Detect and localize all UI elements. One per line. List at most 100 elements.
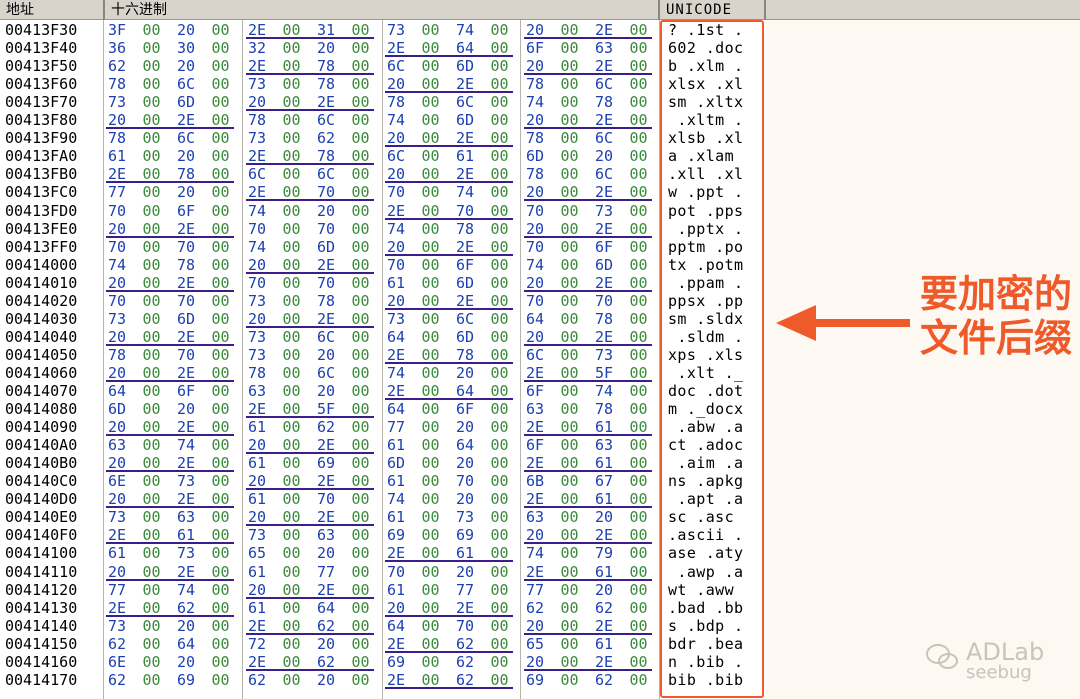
hex-byte[interactable]: 78 <box>317 75 339 93</box>
hex-byte[interactable]: 00 <box>561 147 583 165</box>
hex-byte[interactable]: 00 <box>212 21 234 39</box>
hex-byte[interactable]: 78 <box>177 256 199 274</box>
hex-byte[interactable]: 6F <box>456 256 478 274</box>
hex-byte[interactable]: 00 <box>212 544 234 562</box>
hex-byte[interactable]: 70 <box>526 292 548 310</box>
hex-byte[interactable]: 63 <box>248 382 270 400</box>
hex-byte[interactable]: 20 <box>177 400 199 418</box>
hex-byte[interactable]: 6C <box>317 165 339 183</box>
hex-byte[interactable]: 00 <box>143 292 165 310</box>
hex-byte[interactable]: 00 <box>630 581 652 599</box>
hex-byte[interactable]: 36 <box>108 39 130 57</box>
hex-byte[interactable]: 20 <box>317 671 339 689</box>
hex-byte[interactable]: 63 <box>317 526 339 544</box>
hex-byte[interactable]: 61 <box>387 508 409 526</box>
hex-byte[interactable]: 00 <box>422 400 444 418</box>
hex-byte[interactable]: 00 <box>491 364 513 382</box>
hex-byte[interactable]: 74 <box>177 581 199 599</box>
hex-byte[interactable]: 20 <box>317 346 339 364</box>
hex-byte[interactable]: 73 <box>248 129 270 147</box>
hex-byte[interactable]: 00 <box>352 39 374 57</box>
hex-byte[interactable]: 00 <box>283 382 305 400</box>
hex-byte[interactable]: 00 <box>212 382 234 400</box>
hex-byte[interactable]: 00 <box>561 256 583 274</box>
hex-byte[interactable]: 00 <box>561 75 583 93</box>
hex-byte[interactable]: 00 <box>352 129 374 147</box>
hex-byte[interactable]: 64 <box>456 436 478 454</box>
hex-byte[interactable]: 00 <box>630 93 652 111</box>
hex-byte[interactable]: 67 <box>595 472 617 490</box>
hex-byte[interactable]: 00 <box>491 220 513 238</box>
hex-byte[interactable]: 6F <box>456 400 478 418</box>
hex-byte[interactable]: 20 <box>317 39 339 57</box>
hex-byte[interactable]: 62 <box>108 671 130 689</box>
hex-byte[interactable]: 00 <box>491 436 513 454</box>
hex-byte[interactable]: 70 <box>317 274 339 292</box>
hex-byte[interactable]: 78 <box>595 93 617 111</box>
hex-byte[interactable]: 70 <box>387 183 409 201</box>
hex-byte[interactable]: 00 <box>422 490 444 508</box>
hex-byte[interactable]: 74 <box>387 490 409 508</box>
hex-byte[interactable]: 00 <box>491 256 513 274</box>
hex-byte[interactable]: 69 <box>317 454 339 472</box>
hex-byte[interactable]: 61 <box>248 599 270 617</box>
hex-byte[interactable]: 00 <box>283 75 305 93</box>
hex-byte[interactable]: 00 <box>491 183 513 201</box>
hex-byte[interactable]: 61 <box>387 472 409 490</box>
hex-byte[interactable]: 00 <box>352 526 374 544</box>
hex-byte[interactable]: 78 <box>108 75 130 93</box>
hex-byte[interactable]: 00 <box>283 671 305 689</box>
hex-byte[interactable]: 74 <box>526 93 548 111</box>
hex-byte[interactable]: 00 <box>283 544 305 562</box>
hex-byte[interactable]: 77 <box>108 183 130 201</box>
hex-byte[interactable]: 6C <box>526 346 548 364</box>
hex-byte[interactable]: 00 <box>283 39 305 57</box>
hex-byte[interactable]: 00 <box>561 581 583 599</box>
hex-byte[interactable]: 70 <box>387 256 409 274</box>
hex-byte[interactable]: 79 <box>595 544 617 562</box>
hex-byte[interactable]: 78 <box>595 400 617 418</box>
hex-byte[interactable]: 61 <box>248 563 270 581</box>
hex-byte[interactable]: 6D <box>108 400 130 418</box>
hex-byte[interactable]: 00 <box>630 346 652 364</box>
hex-byte[interactable]: 64 <box>108 382 130 400</box>
hex-byte[interactable]: 00 <box>422 21 444 39</box>
hex-byte[interactable]: 00 <box>491 490 513 508</box>
hex-byte[interactable]: 00 <box>283 165 305 183</box>
hex-byte[interactable]: 6C <box>595 75 617 93</box>
hex-byte[interactable]: 00 <box>630 671 652 689</box>
hex-byte[interactable]: 00 <box>352 328 374 346</box>
hex-byte[interactable]: 00 <box>143 310 165 328</box>
hex-byte[interactable]: 6F <box>177 202 199 220</box>
hex-byte[interactable]: 00 <box>143 653 165 671</box>
hex-byte[interactable]: 00 <box>491 581 513 599</box>
hex-byte[interactable]: 00 <box>212 400 234 418</box>
hex-byte[interactable]: 00 <box>630 147 652 165</box>
hex-byte[interactable]: 20 <box>177 147 199 165</box>
hex-byte[interactable]: 00 <box>283 563 305 581</box>
hex-byte[interactable]: 20 <box>177 21 199 39</box>
hex-byte[interactable]: 00 <box>630 508 652 526</box>
hex-byte[interactable]: 00 <box>212 310 234 328</box>
hex-byte[interactable]: 77 <box>387 418 409 436</box>
hex-byte[interactable]: 63 <box>177 508 199 526</box>
hex-byte[interactable]: 00 <box>630 238 652 256</box>
hex-byte[interactable]: 00 <box>491 328 513 346</box>
hex-byte[interactable]: 00 <box>352 382 374 400</box>
hex-byte[interactable]: 00 <box>491 472 513 490</box>
hex-byte[interactable]: 62 <box>317 418 339 436</box>
hex-byte[interactable]: 69 <box>387 526 409 544</box>
hex-byte[interactable]: 64 <box>526 310 548 328</box>
hex-byte[interactable]: 78 <box>595 310 617 328</box>
hex-byte[interactable]: 6F <box>526 39 548 57</box>
hex-byte[interactable]: 00 <box>630 292 652 310</box>
hex-byte[interactable]: 70 <box>317 490 339 508</box>
hex-byte[interactable]: 00 <box>630 400 652 418</box>
hex-byte[interactable]: 78 <box>108 346 130 364</box>
hex-byte[interactable]: 00 <box>491 57 513 75</box>
hex-byte[interactable]: 73 <box>248 75 270 93</box>
hex-byte[interactable]: 00 <box>212 75 234 93</box>
hex-byte[interactable]: 6C <box>248 165 270 183</box>
hex-byte[interactable]: 00 <box>143 93 165 111</box>
hex-byte[interactable]: 00 <box>561 165 583 183</box>
